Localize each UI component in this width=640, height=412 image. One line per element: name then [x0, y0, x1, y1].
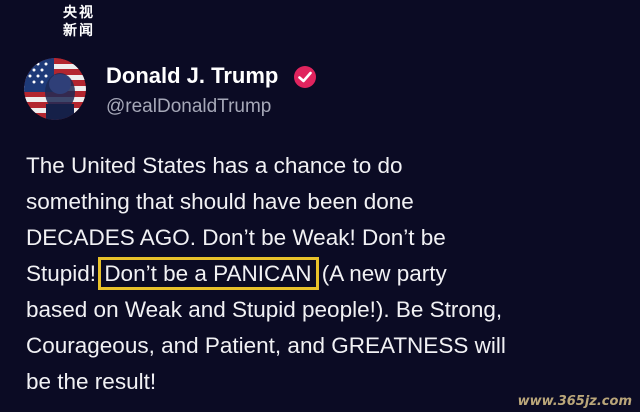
post-text: The United States has a chance to do som… [26, 148, 626, 400]
post-line-6: Courageous, and Patient, and GREATNESS w… [26, 333, 506, 358]
logo-line-1: 央视 [63, 5, 95, 21]
display-name[interactable]: Donald J. Trump [106, 63, 278, 89]
verified-badge-icon [292, 64, 318, 90]
post-line-1: The United States has a chance to do [26, 153, 403, 178]
avatar[interactable] [24, 58, 86, 120]
avatar-image [24, 58, 86, 120]
cctv-news-logo: 央视 新闻 [63, 4, 111, 44]
post-line-4-start: Stupid! [26, 261, 103, 286]
user-handle[interactable]: @realDonaldTrump [106, 96, 271, 118]
logo-line-2: 新闻 [63, 23, 95, 39]
post-line-3: DECADES AGO. Don’t be Weak! Don’t be [26, 225, 446, 250]
post-line-4: Stupid! Don’t be a PANICAN (A new party [26, 256, 626, 292]
post-line-5: based on Weak and Stupid people!). Be St… [26, 297, 503, 322]
site-watermark: www.365jz.com [517, 394, 632, 409]
highlighted-phrase: Don’t be a PANICAN [98, 257, 320, 290]
post-line-4-end: (A new party [315, 261, 447, 286]
post-line-2: something that should have been done [26, 189, 414, 214]
